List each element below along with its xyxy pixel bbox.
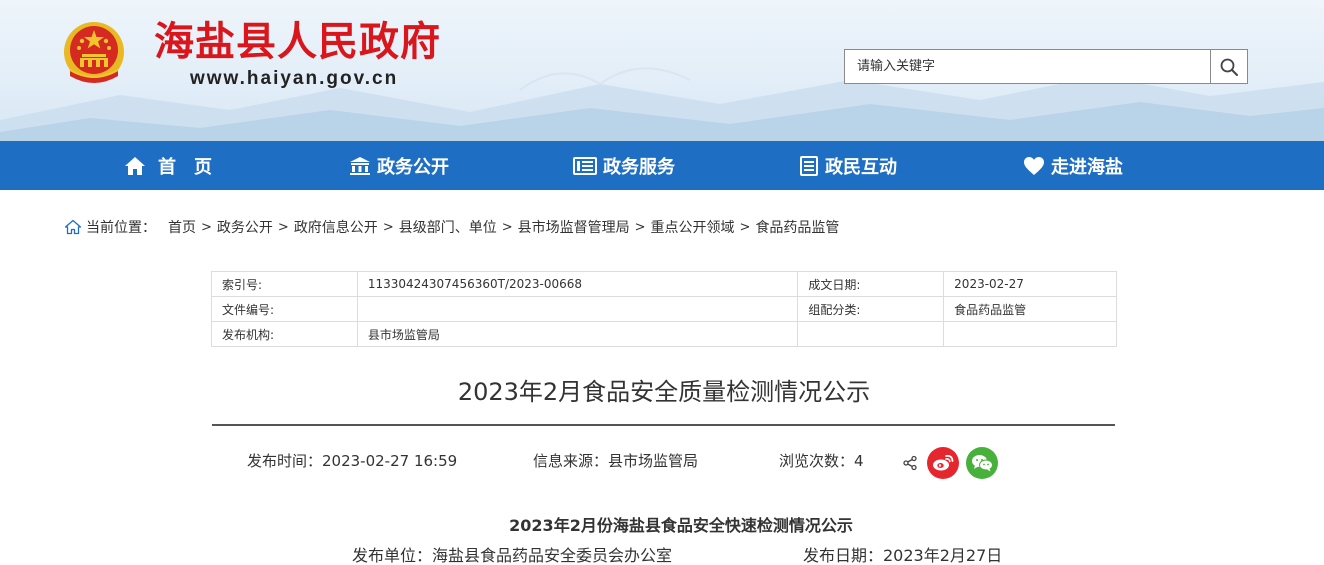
breadcrumb: 当前位置： 首页 > 政务公开 > 政府信息公开 > 县级部门、单位 > 县市场… [64,216,839,238]
nav-item-services[interactable]: 政务服务 [573,141,675,190]
breadcrumb-separator: > [201,219,212,235]
breadcrumb-separator: > [277,219,289,235]
nav-item-home[interactable]: 首 页 [124,141,212,190]
main-nav: 首 页 政务公开 政务服务 政民互动 走进海盐 [0,141,1324,190]
nav-label: 政务服务 [603,156,675,178]
meta-label: 文件编号: [211,296,358,322]
article-title: 2023年2月食品安全质量检测情况公示 [457,378,871,406]
nav-label: 走进海盐 [1051,156,1123,178]
breadcrumb-item[interactable]: 县级部门、单位 [399,217,497,237]
issue-date-line: 发布日期：2023年2月27日 [803,546,1003,565]
table-row: 文件编号: 组配分类: 食品药品监管 [211,296,1117,322]
government-building-icon [350,156,370,175]
nav-item-interaction[interactable]: 政民互动 [799,141,897,190]
meta-value [943,321,1117,347]
breadcrumb-item[interactable]: 县市场监督管理局 [518,217,630,237]
breadcrumb-separator: > [634,219,646,235]
share-weibo-button[interactable] [927,447,959,479]
nav-label: 首 页 [158,156,212,178]
document-icon [800,155,818,176]
document-meta-table: 索引号: 11330424307456360T/2023-00668 成文日期:… [211,271,1117,347]
meta-label: 成文日期: [797,271,945,297]
home-icon [125,156,145,175]
wechat-icon [972,455,993,472]
breadcrumb-separator: > [739,219,751,235]
view-count: 浏览次数：4 [779,452,864,470]
meta-value [356,296,799,322]
meta-label: 索引号: [211,271,358,297]
meta-value: 11330424307456360T/2023-00668 [356,271,799,297]
breadcrumb-item[interactable]: 首页 [168,217,196,237]
heart-icon [1024,156,1044,175]
share-wechat-button[interactable] [966,447,998,479]
site-url: www.haiyan.gov.cn [190,68,399,89]
breadcrumb-separator: > [501,219,513,235]
meta-label [797,321,945,347]
nav-label: 政务公开 [377,156,449,178]
share-icon[interactable] [902,455,918,471]
meta-value: 县市场监管局 [356,321,799,347]
body-heading: 2023年2月份海盐县食品安全快速检测情况公示 [509,516,853,535]
publish-time: 发布时间：2023-02-27 16:59 [247,452,458,470]
info-source: 信息来源：县市场监管局 [533,452,699,470]
weibo-icon [933,454,954,471]
breadcrumb-item[interactable]: 政务公开 [217,217,273,237]
breadcrumb-separator: > [382,219,394,235]
nav-label: 政民互动 [825,156,897,178]
breadcrumb-prefix: 当前位置： [86,220,156,236]
title-divider [212,424,1115,426]
search-input[interactable] [844,49,1211,84]
table-row: 发布机构: 县市场监管局 [211,321,1117,347]
national-emblem-icon [64,22,124,83]
table-row: 索引号: 11330424307456360T/2023-00668 成文日期:… [211,271,1117,297]
breadcrumb-item[interactable]: 重点公开领域 [651,217,735,237]
home-outline-icon [64,219,82,235]
meta-label: 组配分类: [797,296,945,322]
site-header: 海盐县人民政府 www.haiyan.gov.cn [0,0,1324,141]
meta-value: 食品药品监管 [943,296,1117,322]
nav-item-affairs-open[interactable]: 政务公开 [349,141,449,190]
breadcrumb-item[interactable]: 政府信息公开 [294,217,378,237]
search-icon [1220,58,1238,76]
nav-item-about-haiyan[interactable]: 走进海盐 [1023,141,1123,190]
meta-value: 2023-02-27 [943,271,1117,297]
service-list-icon [573,156,597,175]
site-name: 海盐县人民政府 [154,18,441,65]
breadcrumb-item[interactable]: 食品药品监管 [755,217,839,237]
issuer-line: 发布单位：海盐县食品药品安全委员会办公室 [352,546,673,565]
meta-label: 发布机构: [211,321,358,347]
search-button[interactable] [1210,49,1248,84]
